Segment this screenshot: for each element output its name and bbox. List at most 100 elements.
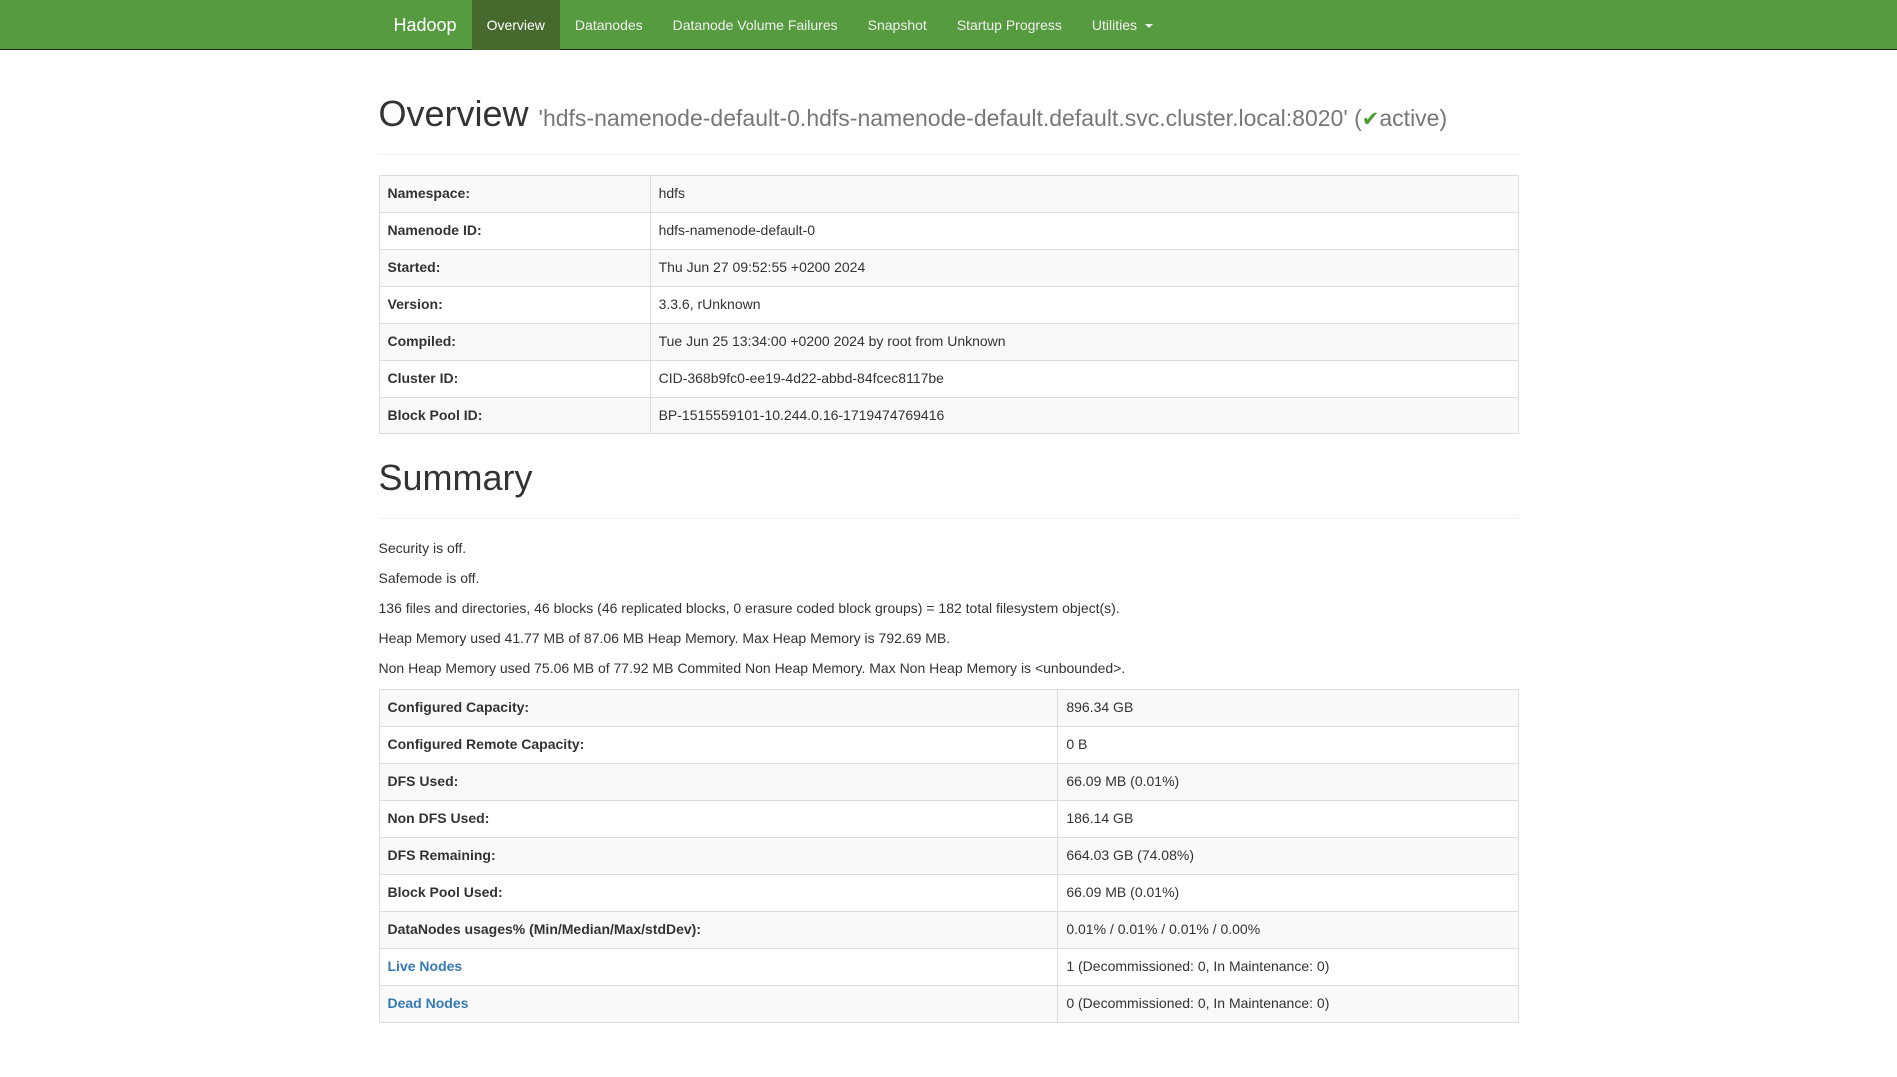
info-table-body: Namespace: hdfs Namenode ID: hdfs-namenode-…	[379, 175, 1518, 434]
table-row: Live Nodes 1 (Decommissioned: 0, In Maint…	[379, 948, 1518, 985]
row-label: Started:	[388, 259, 441, 275]
table-row: Block Pool Used: 66.09 MB (0.01%)	[379, 874, 1518, 911]
table-row: Dead Nodes 0 (Decommissioned: 0, In Maint…	[379, 985, 1518, 1022]
nav-item-label: Utilities	[1092, 17, 1137, 33]
row-value: 896.34 GB	[1058, 690, 1518, 727]
summary-table-body: Configured Capacity: 896.34 GBConfigured …	[379, 690, 1518, 1023]
endpoint-text: 'hdfs-namenode-default-0.hdfs-namenode-d…	[539, 105, 1348, 131]
row-label: Block Pool Used:	[388, 884, 503, 900]
row-label-cell: Namespace:	[379, 175, 650, 212]
row-label-cell: Started:	[379, 249, 650, 286]
row-value: 66.09 MB (0.01%)	[1058, 763, 1518, 800]
row-label: Compiled:	[388, 333, 456, 349]
row-label-cell: Compiled:	[379, 323, 650, 360]
row-label: DataNodes usages% (Min/Median/Max/stdDev…	[388, 921, 702, 937]
nav-item-label: Snapshot	[868, 17, 927, 33]
row-label: Cluster ID:	[388, 370, 459, 386]
page-title: Overview 'hdfs-namenode-default-0.hdfs-n…	[379, 94, 1519, 134]
nav-item-label: Overview	[487, 17, 545, 33]
row-label: Version:	[388, 296, 443, 312]
row-label: DFS Remaining:	[388, 847, 496, 863]
status-label: active)	[1379, 105, 1447, 131]
table-row: DataNodes usages% (Min/Median/Max/stdDev…	[379, 911, 1518, 948]
nav-item-overview[interactable]: Overview	[472, 0, 560, 50]
summary-table: Configured Capacity: 896.34 GBConfigured …	[379, 689, 1519, 1023]
row-label: Configured Capacity:	[388, 699, 530, 715]
namenode-info-table: Namespace: hdfs Namenode ID: hdfs-namenode-…	[379, 175, 1519, 435]
nav-item-utilities[interactable]: Utilities	[1077, 0, 1168, 50]
row-label-cell: Configured Remote Capacity:	[379, 726, 1058, 763]
row-label-cell: Version:	[379, 286, 650, 323]
summary-paragraph: Safemode is off.	[379, 569, 1519, 589]
table-row: Namenode ID: hdfs-namenode-default-0	[379, 212, 1518, 249]
row-value: 0 B	[1058, 726, 1518, 763]
row-value: Tue Jun 25 13:34:00 +0200 2024 by root f…	[650, 323, 1518, 360]
table-row: Compiled: Tue Jun 25 13:34:00 +0200 2024 …	[379, 323, 1518, 360]
table-row: Version: 3.3.6, rUnknown	[379, 286, 1518, 323]
namenode-endpoint: 'hdfs-namenode-default-0.hdfs-namenode-d…	[539, 105, 1448, 131]
table-row: Namespace: hdfs	[379, 175, 1518, 212]
table-row: Started: Thu Jun 27 09:52:55 +0200 2024	[379, 249, 1518, 286]
summary-title: Summary	[379, 458, 1519, 498]
table-row: DFS Remaining: 664.03 GB (74.08%)	[379, 837, 1518, 874]
nav-item-label: Datanode Volume Failures	[673, 17, 838, 33]
row-label-cell: DFS Used:	[379, 763, 1058, 800]
row-label-cell: DFS Remaining:	[379, 837, 1058, 874]
table-row: Configured Remote Capacity:0 B	[379, 726, 1518, 763]
navbar: Hadoop Overview Datanodes Datanode Volume …	[0, 0, 1897, 50]
page-title-text: Overview	[379, 93, 529, 134]
nav-item-datanodes[interactable]: Datanodes	[560, 0, 658, 50]
summary-paragraph: Security is off.	[379, 539, 1519, 559]
status-open-paren: (	[1354, 105, 1362, 131]
row-value: 3.3.6, rUnknown	[650, 286, 1518, 323]
summary-paragraph: 136 files and directories, 46 blocks (46…	[379, 599, 1519, 619]
header-divider	[379, 154, 1519, 155]
row-label-cell: Configured Capacity:	[379, 690, 1058, 727]
nav-item-label: Datanodes	[575, 17, 643, 33]
dead-nodes-link[interactable]: Dead Nodes	[388, 995, 469, 1011]
row-label-cell: Block Pool Used:	[379, 874, 1058, 911]
row-label: Namenode ID:	[388, 222, 482, 238]
table-row: DFS Used: 66.09 MB (0.01%)	[379, 763, 1518, 800]
namenode-status: (✔active)	[1354, 105, 1447, 131]
summary-paragraph: Non Heap Memory used 75.06 MB of 77.92 M…	[379, 659, 1519, 679]
table-row: Cluster ID: CID-368b9fc0-ee19-4d22-abbd-8…	[379, 360, 1518, 397]
row-value: 66.09 MB (0.01%)	[1058, 874, 1518, 911]
nav-item-datanode-volume-failures[interactable]: Datanode Volume Failures	[658, 0, 853, 50]
row-value: 1 (Decommissioned: 0, In Maintenance: 0)	[1058, 948, 1518, 985]
summary-paragraphs: Security is off. Safemode is off. 136 file…	[379, 539, 1519, 679]
table-row: Non DFS Used: 186.14 GB	[379, 800, 1518, 837]
summary-paragraph: Heap Memory used 41.77 MB of 87.06 MB He…	[379, 629, 1519, 649]
row-label: DFS Used:	[388, 773, 459, 789]
row-value: Thu Jun 27 09:52:55 +0200 2024	[650, 249, 1518, 286]
row-label: Block Pool ID:	[388, 407, 483, 423]
row-label-cell: Cluster ID:	[379, 360, 650, 397]
row-label-cell: Namenode ID:	[379, 212, 650, 249]
navbar-menu: Overview Datanodes Datanode Volume Failure…	[472, 0, 1168, 50]
row-label: Namespace:	[388, 185, 471, 201]
row-value: BP-1515559101-10.244.0.16-1719474769416	[650, 397, 1518, 434]
row-value: 186.14 GB	[1058, 800, 1518, 837]
row-label-cell: Dead Nodes	[379, 985, 1058, 1022]
table-row: Block Pool ID: BP-1515559101-10.244.0.16-…	[379, 397, 1518, 434]
table-row: Configured Capacity: 896.34 GB	[379, 690, 1518, 727]
row-label-cell: Live Nodes	[379, 948, 1058, 985]
row-value: 0.01% / 0.01% / 0.01% / 0.00%	[1058, 911, 1518, 948]
live-nodes-link[interactable]: Live Nodes	[388, 958, 463, 974]
nav-item-snapshot[interactable]: Snapshot	[853, 0, 942, 50]
summary-divider	[379, 518, 1519, 519]
page-content: Overview 'hdfs-namenode-default-0.hdfs-n…	[364, 94, 1534, 1023]
row-label-cell: Block Pool ID:	[379, 397, 650, 434]
row-value: hdfs-namenode-default-0	[650, 212, 1518, 249]
row-value: CID-368b9fc0-ee19-4d22-abbd-84fcec8117be	[650, 360, 1518, 397]
row-value: 664.03 GB (74.08%)	[1058, 837, 1518, 874]
brand-hadoop[interactable]: Hadoop	[379, 0, 472, 50]
row-label: Non DFS Used:	[388, 810, 490, 826]
row-label-cell: Non DFS Used:	[379, 800, 1058, 837]
nav-item-label: Startup Progress	[957, 17, 1062, 33]
row-value: 0 (Decommissioned: 0, In Maintenance: 0)	[1058, 985, 1518, 1022]
caret-down-icon	[1145, 24, 1153, 28]
row-value: hdfs	[650, 175, 1518, 212]
nav-item-startup-progress[interactable]: Startup Progress	[942, 0, 1077, 50]
check-icon: ✔	[1362, 108, 1380, 131]
